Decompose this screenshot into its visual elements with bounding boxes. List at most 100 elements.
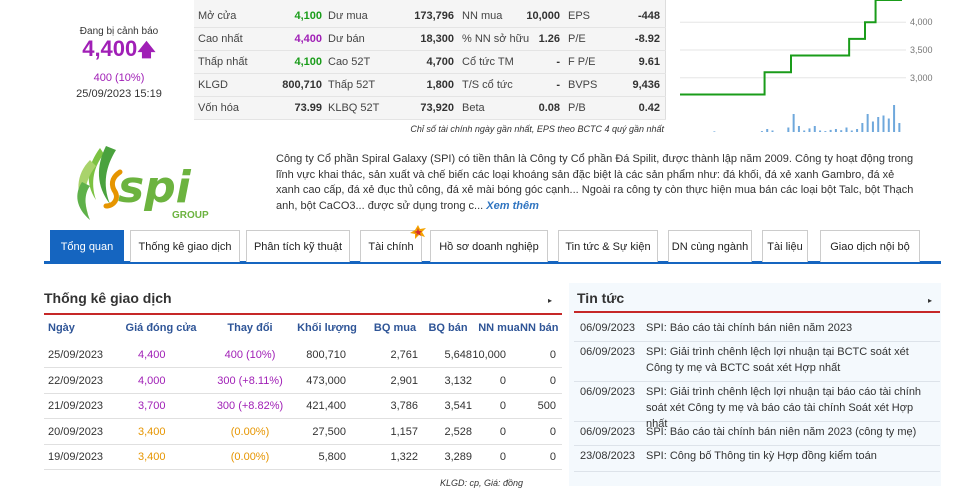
- stats-row: Thấp nhất 4,100 Cao 52T 4,700 Cổ tức TM - F P/…: [194, 52, 666, 74]
- stat-value: 0.08: [538, 102, 560, 114]
- logo-text: spi: [118, 162, 192, 213]
- stats-table: Mở cửa 4,100 Dư mua 173,796 NN mua 10,000 EPS -…: [194, 0, 666, 120]
- price-value: 4,400: [82, 36, 138, 61]
- cell-change: (0.00%): [230, 425, 270, 438]
- news-item[interactable]: 06/09/2023 SPI: Báo cáo tài chính bán niê…: [574, 422, 940, 446]
- news-headline[interactable]: SPI: Giải trình chênh lệch lợi nhuận tại…: [646, 344, 936, 376]
- volume-bar: [850, 130, 853, 132]
- trading-stats-title[interactable]: Thống kê giao dịch: [44, 290, 172, 306]
- volume-bar: [819, 130, 822, 132]
- stat-value: -: [556, 79, 560, 91]
- volume-bar: [861, 123, 864, 132]
- stat-label: Thấp 52T: [328, 79, 376, 91]
- trading-more-arrow-icon[interactable]: ▸: [548, 296, 552, 305]
- stats-row: Vốn hóa 73.99 KLBQ 52T 73,920 Beta 0.08 P/B 0.4…: [194, 98, 666, 120]
- stat-label: KLGD: [198, 79, 228, 91]
- volume-bar: [792, 114, 795, 132]
- hot-badge-icon: [409, 225, 427, 239]
- tab-label: Giao dịch nội bộ: [830, 240, 910, 253]
- read-more-link[interactable]: Xem thêm: [486, 200, 539, 212]
- table-row[interactable]: 19/09/2023 3,400 (0.00%) 5,800 1,322 3,289 0 0: [44, 445, 562, 470]
- cell-nnb: 500: [537, 400, 556, 412]
- cell-nnm: 0: [499, 425, 506, 438]
- trading-footnote: KLGD: cp, Giá: đồng: [440, 478, 524, 488]
- column-header[interactable]: NN bán: [520, 322, 559, 334]
- column-header[interactable]: BQ bán: [424, 322, 472, 334]
- tab-8[interactable]: Giao dịch nội bộ: [820, 230, 920, 262]
- stat-value: 18,300: [420, 33, 454, 45]
- news-item[interactable]: 06/09/2023 SPI: Giải trình chênh lệch lợi…: [574, 382, 940, 430]
- news-more-arrow-icon[interactable]: ▸: [928, 296, 932, 305]
- cell-nnm: 10,000: [472, 349, 506, 361]
- price-box: Đang bị cảnh báo 4,400🡅 400 (10%) 25/09/…: [44, 0, 194, 120]
- tab-6[interactable]: DN cùng ngành: [668, 230, 752, 262]
- column-header[interactable]: BQ mua: [370, 322, 420, 334]
- trading-table-header: Ngày Giá đóng cửa Thay đổi Khối lượng BQ mua…: [44, 322, 562, 342]
- volume-bar: [760, 131, 763, 132]
- cell-nnb: 0: [549, 425, 556, 438]
- cell-nnm: 0: [499, 374, 506, 387]
- volume-bar: [877, 117, 880, 132]
- stat-value: 10,000: [526, 10, 560, 22]
- news-headline[interactable]: SPI: Báo cáo tài chính bán niên năm 2023: [646, 320, 936, 336]
- cell-date: 20/09/2023: [48, 425, 104, 438]
- stat-label: Dư mua: [328, 10, 368, 22]
- tab-5[interactable]: Tin tức & Sự kiện: [558, 230, 658, 262]
- cell-bqm: 2,761: [390, 349, 418, 361]
- tab-7[interactable]: Tài liệu: [762, 230, 808, 262]
- cell-vol: 421,400: [306, 400, 346, 412]
- news-headline[interactable]: SPI: Báo cáo tài chính bán niên năm 2023…: [646, 424, 936, 440]
- column-header[interactable]: NN mua: [474, 322, 524, 334]
- volume-bar: [803, 130, 806, 132]
- stat-label: P/B: [568, 102, 586, 114]
- volume-bar: [866, 114, 869, 132]
- news-date: 06/09/2023: [580, 346, 636, 358]
- stat-value: -8.92: [634, 33, 660, 45]
- cell-change: (0.00%): [230, 451, 270, 463]
- stat-value: 4,700: [426, 56, 454, 68]
- current-price: 4,400🡅: [44, 36, 194, 68]
- cell-change: 400 (10%): [224, 349, 276, 361]
- tab-label: Tin tức & Sự kiện: [565, 240, 651, 253]
- volume-bar: [871, 121, 874, 132]
- stat-value: -448: [637, 10, 660, 22]
- stat-value: 173,796: [414, 10, 454, 22]
- stats-row: KLGD 800,710 Thấp 52T 1,800 T/S cổ tức - BVPS 9…: [194, 75, 666, 97]
- column-header[interactable]: Giá đóng cửa: [116, 322, 206, 334]
- stat-value: 9.61: [638, 56, 660, 68]
- stat-value: 9,436: [632, 79, 660, 91]
- news-headline[interactable]: SPI: Công bố Thông tin kỳ Hợp đồng kiểm …: [646, 448, 936, 464]
- volume-bar: [713, 131, 716, 132]
- mini-price-chart[interactable]: 4,000 3,500 3,000: [676, 0, 960, 136]
- tab-1[interactable]: Thống kê giao dịch: [130, 230, 240, 262]
- stat-label: Thấp nhất: [198, 56, 248, 68]
- tab-0[interactable]: Tổng quan: [50, 230, 124, 262]
- stat-label: EPS: [568, 10, 591, 22]
- news-item[interactable]: 23/08/2023 SPI: Công bố Thông tin kỳ Hợp …: [574, 446, 940, 472]
- cell-date: 21/09/2023: [48, 400, 104, 412]
- table-row[interactable]: 22/09/2023 4,000 300 (+8.11%) 473,000 2,901 3…: [44, 369, 562, 394]
- volume-bar: [840, 130, 843, 132]
- volume-bar: [882, 115, 885, 132]
- stat-label: Cao 52T: [328, 56, 371, 68]
- stat-value: 1.26: [538, 33, 560, 45]
- news-item[interactable]: 06/09/2023 SPI: Báo cáo tài chính bán niê…: [574, 318, 940, 342]
- tab-3[interactable]: Tài chính: [360, 225, 426, 262]
- cell-nnb: 0: [549, 451, 556, 463]
- table-row[interactable]: 25/09/2023 4,400 400 (10%) 800,710 2,761 5,64…: [44, 343, 562, 368]
- table-row[interactable]: 21/09/2023 3,700 300 (+8.82%) 421,400 3,786 3…: [44, 394, 562, 419]
- column-header[interactable]: Thay đổi: [210, 322, 290, 334]
- price-change: 400 (10%): [93, 72, 145, 84]
- tab-4[interactable]: Hồ sơ doanh nghiệp: [430, 230, 548, 262]
- tab-label: Tài chính: [368, 240, 414, 253]
- tab-label: DN cùng ngành: [671, 240, 749, 253]
- news-item[interactable]: 06/09/2023 SPI: Giải trình chênh lệch lợi…: [574, 342, 940, 382]
- volume-bar: [787, 127, 790, 132]
- column-header[interactable]: Khối lượng: [292, 322, 362, 334]
- news-title[interactable]: Tin tức: [577, 290, 624, 306]
- volume-bar: [898, 123, 901, 132]
- company-logo: spi GROUP: [70, 142, 230, 222]
- table-row[interactable]: 20/09/2023 3,400 (0.00%) 27,500 1,157 2,528 0 0: [44, 420, 562, 445]
- tab-2[interactable]: Phân tích kỹ thuật: [246, 230, 350, 262]
- trading-table-body: 25/09/2023 4,400 400 (10%) 800,710 2,761 5,64…: [44, 343, 562, 473]
